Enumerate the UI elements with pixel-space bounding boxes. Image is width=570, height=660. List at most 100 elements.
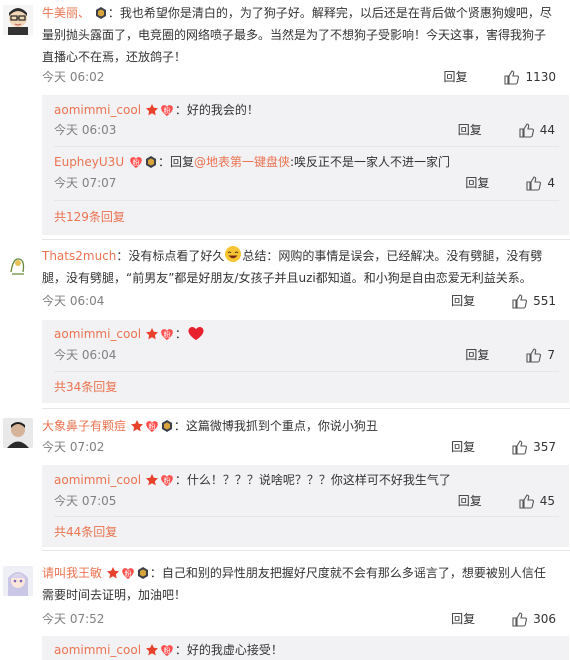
star-badge-icon	[130, 419, 144, 433]
username[interactable]: 大象鼻子有颗痘	[42, 419, 126, 433]
fan-badge-icon	[159, 643, 175, 657]
sub-reply-meta: 今天 07:05 回复 45	[54, 492, 555, 512]
reply-button[interactable]: 回复	[465, 174, 489, 191]
sub-username[interactable]: aomimmi_cool	[54, 327, 141, 341]
comment-3: 大象鼻子有颗痘 ：这篇微博我抓到个重点，你说小狗丑 今天 07:02 回复 35…	[0, 410, 570, 550]
like-count: 44	[539, 122, 555, 137]
thumbs-up-icon	[518, 122, 534, 138]
sub-reply: aomimmi_cool ：好的我虚心接受！	[54, 640, 559, 660]
mention-link[interactable]: @地表第一键盘侠	[194, 155, 290, 169]
sub-replies: aomimmi_cool ： 今天 06:04 回复 7 共34条回复	[42, 320, 569, 403]
comment-text: ：我也希望你是清白的，为了狗子好。解释完，以后还是在背后做个贤惠狗嫂吧，尽量别抛…	[42, 6, 552, 64]
more-replies-link[interactable]: 共129条回复	[54, 208, 125, 225]
timestamp: 今天 06:03	[54, 123, 117, 137]
reply-button[interactable]: 回复	[465, 346, 489, 363]
like-count: 7	[547, 347, 555, 362]
comment-meta: 今天 07:02 回复 357	[42, 438, 556, 458]
sub-username[interactable]: EupheyU3U	[54, 155, 124, 169]
timestamp: 今天 06:02	[42, 70, 105, 84]
divider	[42, 550, 570, 551]
timestamp: 今天 07:52	[42, 612, 105, 626]
like-button[interactable]: 44	[518, 122, 555, 138]
thumbs-up-icon	[518, 493, 534, 509]
like-button[interactable]: 1130	[503, 69, 556, 85]
sub-replies: aomimmi_cool ：好的我虚心接受！	[42, 636, 569, 660]
sub-username[interactable]: aomimmi_cool	[54, 473, 141, 487]
comment-meta: 今天 07:52 回复 306	[42, 610, 556, 630]
sub-reply: aomimmi_cool ：什么！？？？说啥呢？？？你这样可不好我生气了	[54, 470, 559, 490]
avatar[interactable]	[3, 5, 33, 35]
comment-4: 请叫我王敏 ：自己和别的异性朋友把握好尺度就不会有那么多谣言了，想要被别人信任需…	[0, 556, 570, 660]
comment-1: 牛美丽、 ：我也希望你是清白的，为了狗子好。解释完，以后还是在背后做个贤惠狗嫂吧…	[0, 0, 570, 240]
comment-text: ：没有标点看了好久	[116, 249, 225, 263]
star-badge-icon	[106, 566, 120, 580]
more-replies-link[interactable]: 共44条回复	[54, 523, 117, 540]
sub-reply-meta: 今天 06:04 回复 7	[54, 346, 555, 366]
username[interactable]: 请叫我王敏	[42, 566, 102, 580]
reply-button[interactable]: 回复	[458, 492, 482, 509]
username[interactable]: Thats2much	[42, 249, 116, 263]
like-count: 357	[533, 439, 556, 454]
avatar[interactable]	[3, 566, 33, 596]
timestamp: 今天 07:05	[54, 494, 117, 508]
thumbs-up-icon	[511, 293, 527, 309]
sub-reply-text: ：什么！？？？说啥呢？？？你这样可不好我生气了	[174, 473, 451, 487]
like-count: 306	[533, 611, 556, 626]
like-button[interactable]: 45	[518, 493, 555, 509]
like-button[interactable]: 4	[525, 175, 555, 191]
divider	[54, 200, 559, 201]
sub-reply-prefix: ：回复	[157, 155, 194, 169]
sub-reply-text: ：好的我虚心接受！	[174, 643, 283, 657]
reply-button[interactable]: 回复	[458, 121, 482, 138]
comment-body: 请叫我王敏 ：自己和别的异性朋友把握好尺度就不会有那么多谣言了，想要被别人信任需…	[42, 562, 556, 606]
comment-body: 大象鼻子有颗痘 ：这篇微博我抓到个重点，你说小狗丑	[42, 415, 556, 437]
thumbs-up-icon	[511, 439, 527, 455]
fan-badge-icon	[159, 327, 175, 341]
username[interactable]: 牛美丽、	[42, 6, 90, 20]
like-count: 1130	[525, 69, 556, 84]
comment-meta: 今天 06:02 回复 1130	[42, 68, 556, 88]
like-button[interactable]: 306	[511, 611, 556, 627]
reply-button[interactable]: 回复	[451, 610, 475, 627]
divider	[54, 371, 559, 372]
sub-reply-meta: 今天 06:03 回复 44	[54, 121, 555, 141]
timestamp: 今天 06:04	[42, 294, 105, 308]
comment-meta: 今天 06:04 回复 551	[42, 292, 556, 312]
star-badge-icon	[145, 327, 159, 341]
avatar[interactable]	[3, 250, 33, 280]
like-button[interactable]: 551	[511, 293, 556, 309]
divider	[54, 516, 559, 517]
reply-button[interactable]: 回复	[451, 438, 475, 455]
fan-badge-icon	[144, 419, 160, 433]
sub-reply: aomimmi_cool ：好的我会的！	[54, 100, 559, 120]
fan-badge-icon	[159, 473, 175, 487]
like-button[interactable]: 357	[511, 439, 556, 455]
avatar[interactable]	[3, 418, 33, 448]
timestamp: 今天 06:04	[54, 348, 117, 362]
comment-text: ：这篇微博我抓到个重点，你说小狗丑	[173, 419, 378, 433]
comment-2: Thats2much：没有标点看了好久 总结：网购的事情是误会，已经解决。没有劈腿…	[0, 240, 570, 410]
more-replies-link[interactable]: 共34条回复	[54, 378, 117, 395]
sub-reply-text: ：好的我会的！	[174, 103, 259, 117]
timestamp: 今天 07:07	[54, 176, 117, 190]
level-badge-icon	[144, 155, 158, 169]
thumbs-up-icon	[525, 347, 541, 363]
thumbs-up-icon	[503, 69, 519, 85]
comment-body: 牛美丽、 ：我也希望你是清白的，为了狗子好。解释完，以后还是在背后做个贤惠狗嫂吧…	[42, 2, 556, 68]
like-count: 551	[533, 293, 556, 308]
star-badge-icon	[145, 473, 159, 487]
fan-badge-icon	[159, 103, 175, 117]
sub-username[interactable]: aomimmi_cool	[54, 103, 141, 117]
fan-badge-icon	[120, 566, 136, 580]
laughing-emoji-icon	[225, 246, 242, 262]
fan-badge-icon	[128, 155, 144, 169]
sub-username[interactable]: aomimmi_cool	[54, 643, 141, 657]
like-count: 4	[547, 175, 555, 190]
star-badge-icon	[145, 643, 159, 657]
heart-emoji-icon	[188, 326, 204, 341]
reply-button[interactable]: 回复	[443, 68, 467, 85]
like-button[interactable]: 7	[525, 347, 555, 363]
level-badge-icon	[160, 419, 174, 433]
star-badge-icon	[145, 103, 159, 117]
reply-button[interactable]: 回复	[451, 292, 475, 309]
